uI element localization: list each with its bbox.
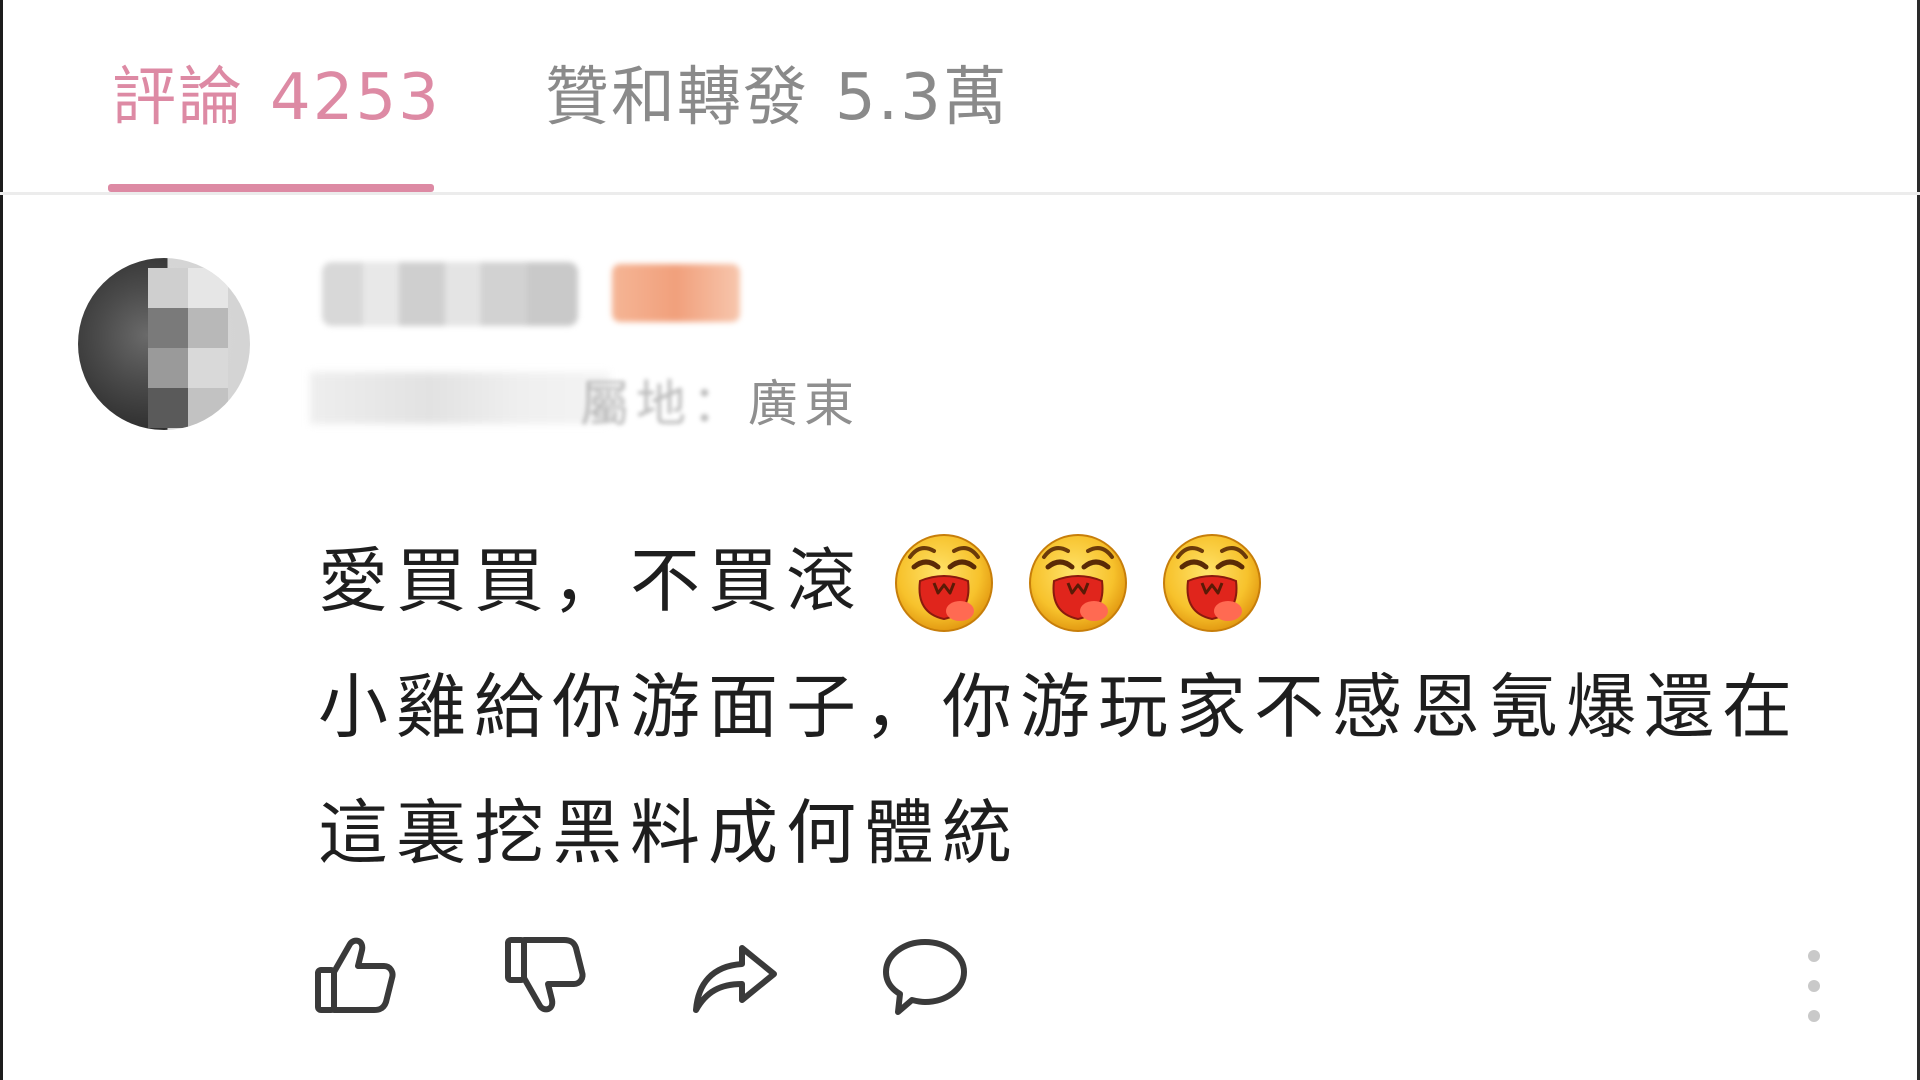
avatar-mosaic-block [188, 308, 228, 348]
comment-line: 這裏挖黑料成何體統 [318, 792, 1020, 874]
more-dot [1808, 950, 1820, 962]
comment-meta: 屬地：廣東 [580, 364, 860, 436]
tab-comments-count: 4253 [270, 61, 441, 135]
tab-likes-reposts-label: 贊和轉發 [545, 61, 809, 135]
thumbs-up-icon[interactable] [310, 930, 400, 1020]
comment-action-bar [0, 930, 1920, 1030]
avatar-mosaic-block [148, 388, 188, 428]
avatar-mosaic-block [188, 348, 228, 388]
avatar-mosaic-block [148, 308, 188, 348]
avatar-mosaic-block [188, 388, 228, 428]
laughing-face-emoji [1158, 527, 1266, 635]
comment-line-text: 愛買買，不買滾 [318, 540, 864, 622]
active-tab-indicator [108, 184, 434, 192]
laughing-face-emoji [1024, 527, 1132, 635]
avatar-mosaic-block [148, 348, 188, 388]
location-label: 屬地： [580, 375, 748, 433]
tab-likes-reposts-count: 5.3萬 [835, 61, 1009, 135]
more-dot [1808, 1010, 1820, 1022]
username-redacted[interactable] [322, 262, 578, 326]
emoji-row [864, 534, 1266, 632]
tab-comments[interactable]: 評論 4253 [112, 46, 441, 138]
more-dot [1808, 980, 1820, 992]
share-icon[interactable] [690, 930, 780, 1020]
tab-comments-label: 評論 [112, 61, 244, 135]
comment-body: 愛買買，不買滾 小雞給你游面子，你游玩家不感恩氪爆還在 這裏挖黑料成何體統 [318, 518, 1878, 896]
tab-likes-reposts[interactable]: 贊和轉發 5.3萬 [545, 46, 1009, 138]
comment-line: 小雞給你游面子，你游玩家不感恩氪爆還在 [318, 666, 1800, 748]
user-badge-redacted [612, 264, 740, 322]
timestamp-redacted [310, 372, 610, 424]
thumbs-down-icon[interactable] [500, 930, 590, 1020]
more-vertical-icon[interactable] [1802, 944, 1826, 1028]
location-value: 廣東 [748, 375, 860, 433]
tab-divider [0, 192, 1920, 195]
comment-line: 愛買買，不買滾 [318, 518, 1878, 644]
avatar-mosaic-block [148, 268, 188, 308]
reply-icon[interactable] [880, 930, 970, 1020]
laughing-face-emoji [890, 527, 998, 635]
tab-bar: 評論 4253 贊和轉發 5.3萬 [0, 0, 1920, 196]
avatar[interactable] [78, 258, 250, 430]
avatar-mosaic-block [188, 268, 228, 308]
